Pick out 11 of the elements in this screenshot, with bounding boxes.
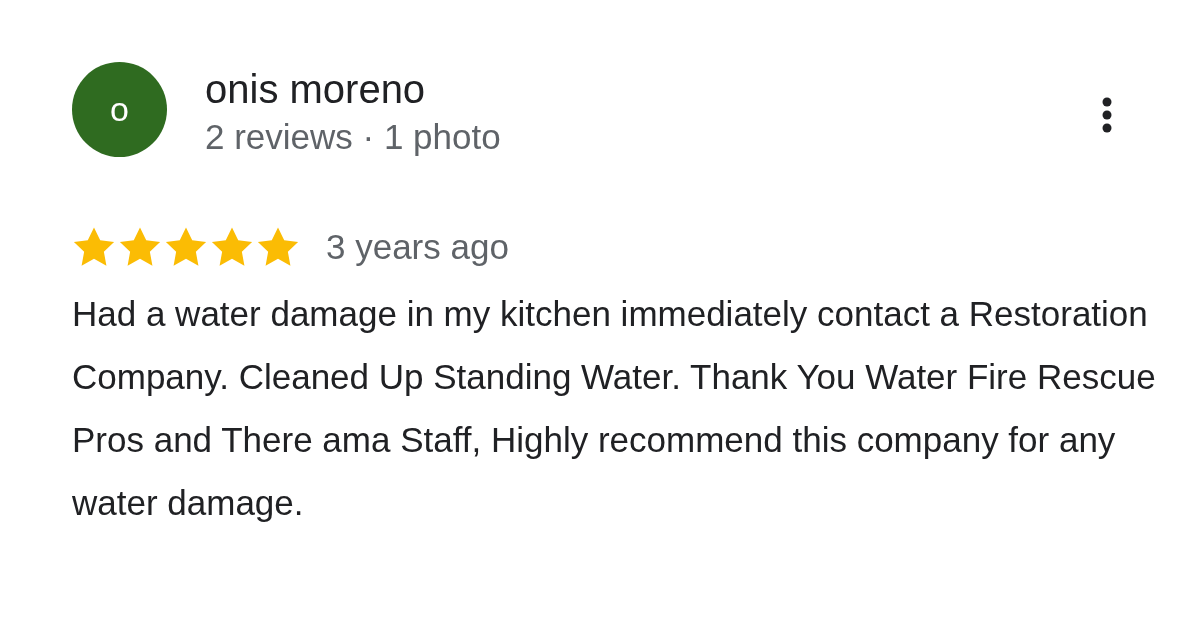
avatar[interactable]: o — [72, 62, 167, 157]
author-meta: 2 reviews · 1 photo — [205, 116, 501, 158]
author-name[interactable]: onis moreno — [205, 66, 501, 112]
star-icon — [256, 226, 300, 268]
more-options-icon[interactable] — [1102, 97, 1112, 133]
star-icon — [210, 226, 254, 268]
star-icon — [164, 226, 208, 268]
review-text: Had a water damage in my kitchen immediately contact a Restoration Company. Cleaned Up Standing Water. Thank You Water Fire Rescue Pros and There ama Staff, Highly recommend this company for any water damage. — [72, 293, 1157, 524]
star-icon — [72, 226, 116, 268]
star-icon — [118, 226, 162, 268]
review-time: 3 years ago — [326, 227, 509, 267]
